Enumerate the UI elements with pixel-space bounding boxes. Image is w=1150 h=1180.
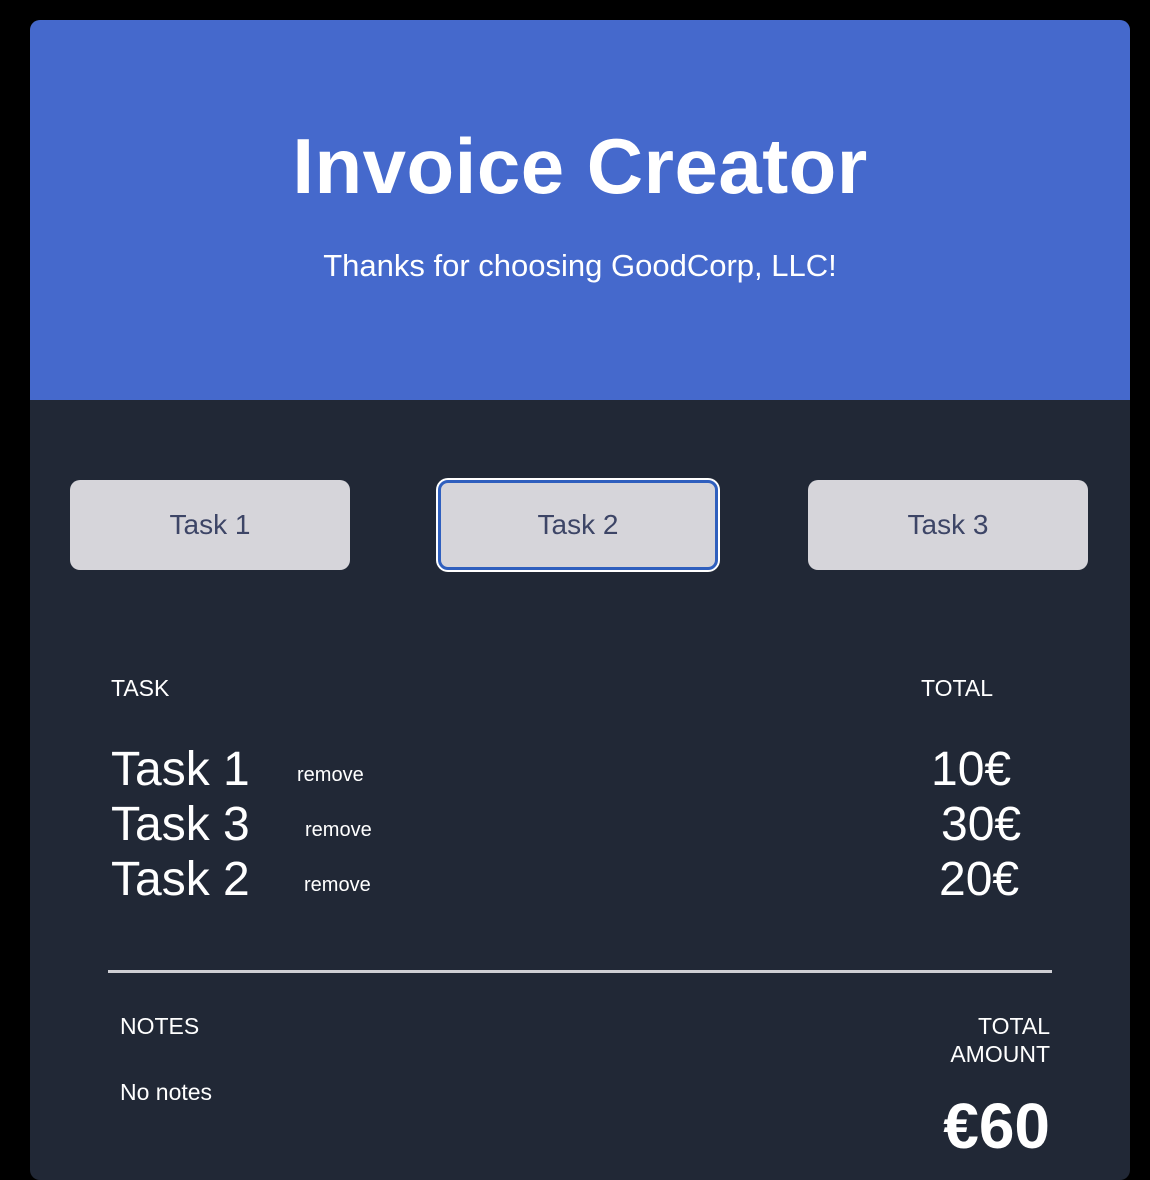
invoice-row-amount: 20€ — [939, 853, 1020, 906]
page-title: Invoice Creator — [292, 122, 868, 210]
invoice-row: Task 1 remove 10€ — [30, 744, 1130, 799]
header-banner: Invoice Creator Thanks for choosing Good… — [30, 20, 1130, 400]
task-column-header: TASK — [111, 675, 170, 701]
add-task-3-button[interactable]: Task 3 — [808, 480, 1088, 570]
section-divider — [108, 970, 1052, 973]
add-task-2-button[interactable]: Task 2 — [438, 480, 718, 570]
invoice-app: Invoice Creator Thanks for choosing Good… — [30, 20, 1130, 1180]
invoice-row-task: Task 2 — [111, 853, 250, 906]
remove-task-link[interactable]: remove — [304, 872, 371, 898]
notes-label: NOTES — [120, 1013, 200, 1039]
notes-value: No notes — [120, 1079, 213, 1105]
invoice-row-amount: 10€ — [931, 743, 1012, 796]
total-amount-value: €60 — [943, 1090, 1050, 1162]
remove-task-link[interactable]: remove — [297, 762, 364, 788]
total-amount-label: TOTAL AMOUNT — [950, 1013, 1050, 1067]
total-column-header: TOTAL — [921, 675, 993, 701]
invoice-row: Task 3 remove 30€ — [30, 799, 1130, 854]
invoice-row: Task 2 remove 20€ — [30, 854, 1130, 909]
add-task-1-button[interactable]: Task 1 — [70, 480, 350, 570]
invoice-row-task: Task 1 — [111, 743, 250, 796]
remove-task-link[interactable]: remove — [305, 817, 372, 843]
invoice-row-task: Task 3 — [111, 798, 250, 851]
page-subtitle: Thanks for choosing GoodCorp, LLC! — [323, 248, 837, 283]
invoice-row-amount: 30€ — [941, 798, 1022, 851]
